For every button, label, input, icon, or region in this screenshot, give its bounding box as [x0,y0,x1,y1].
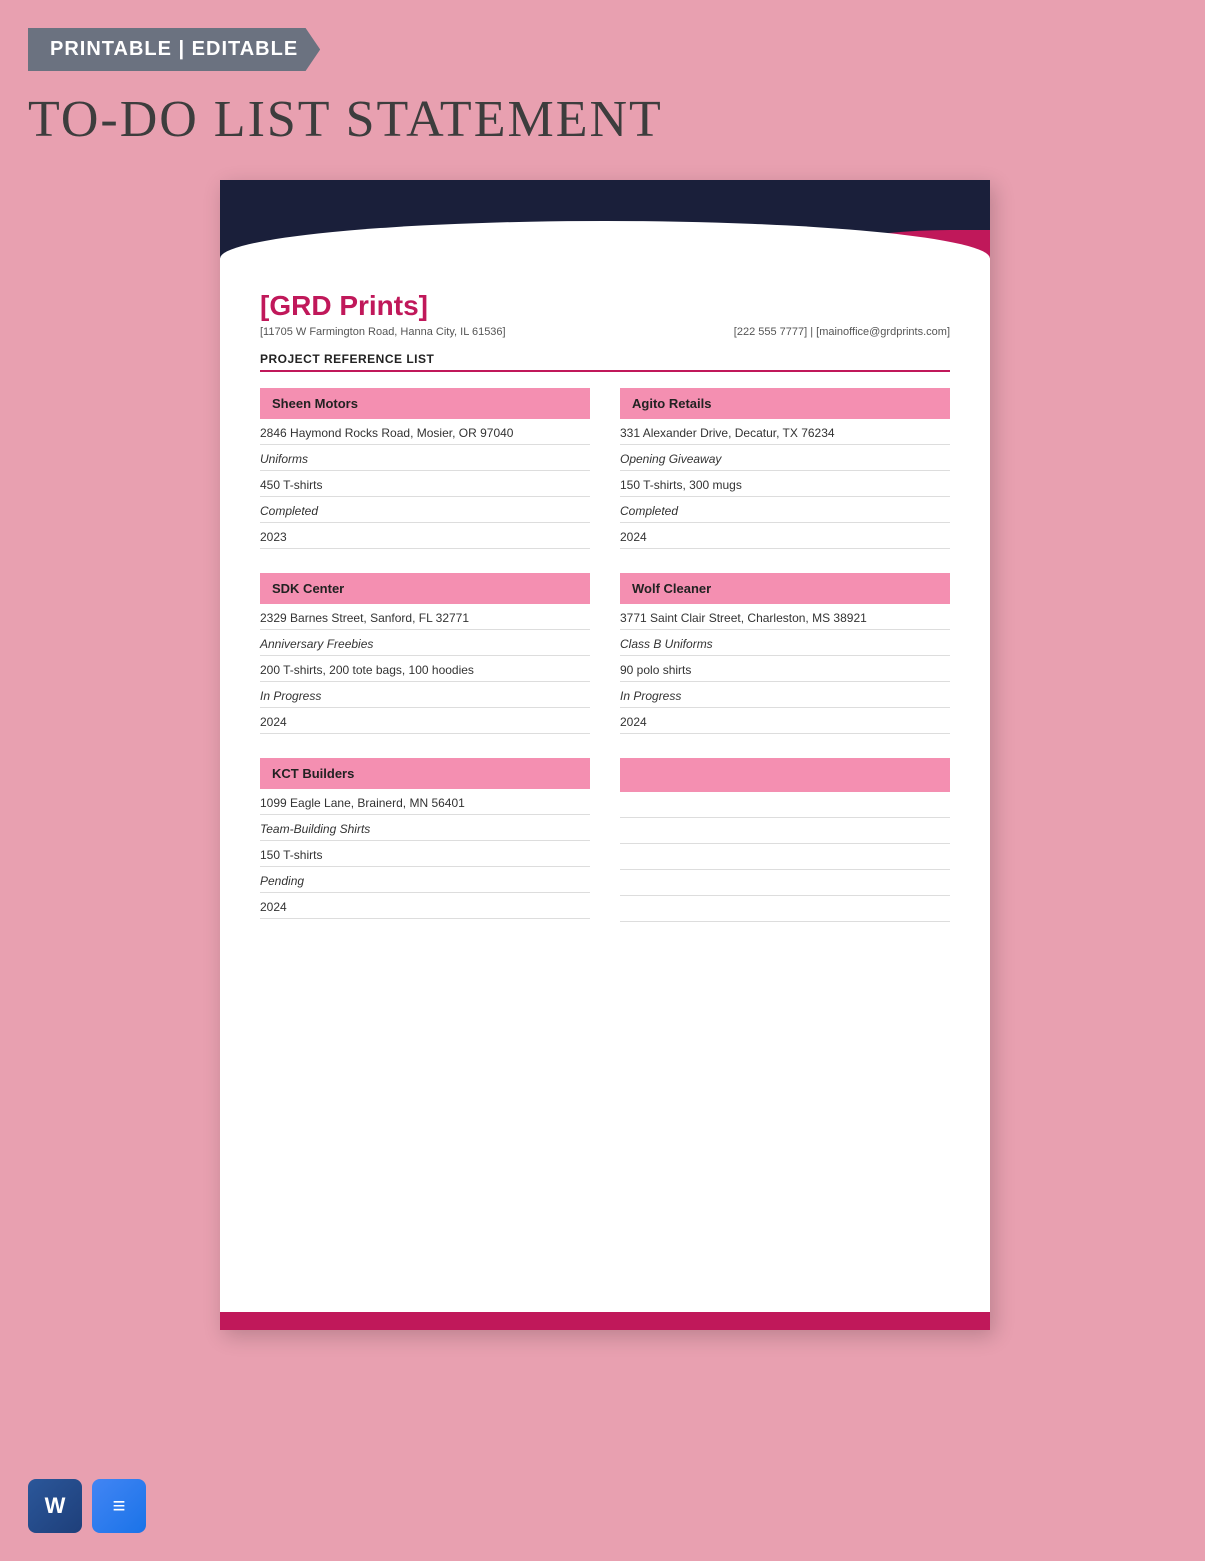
project-card: Wolf Cleaner 3771 Saint Clair Street, Ch… [620,573,950,734]
word-icon[interactable]: W [28,1479,82,1533]
project-items: 150 T-shirts, 300 mugs [620,471,950,497]
project-address: 2329 Barnes Street, Sanford, FL 32771 [260,604,590,630]
project-type: Opening Giveaway [620,445,950,471]
empty-field [620,818,950,844]
project-status: Completed [260,497,590,523]
doc-header-accent [790,230,990,270]
project-name: KCT Builders [260,758,590,789]
project-type: Anniversary Freebies [260,630,590,656]
projects-grid: Sheen Motors 2846 Haymond Rocks Road, Mo… [260,388,950,926]
project-year: 2023 [260,523,590,549]
company-contact: [222 555 7777] | [mainoffice@grdprints.c… [734,326,950,338]
project-year: 2024 [260,708,590,734]
word-icon-label: W [45,1493,66,1519]
project-status: In Progress [260,682,590,708]
project-year: 2024 [620,523,950,549]
empty-field [620,792,950,818]
empty-field [620,844,950,870]
project-items: 200 T-shirts, 200 tote bags, 100 hoodies [260,656,590,682]
project-items: 150 T-shirts [260,841,590,867]
project-address: 331 Alexander Drive, Decatur, TX 76234 [620,419,950,445]
doc-footer [220,1312,990,1330]
printable-editable-banner: PRINTABLE | EDITABLE [28,28,320,71]
docs-icon[interactable]: ≡ [92,1479,146,1533]
project-address: 3771 Saint Clair Street, Charleston, MS … [620,604,950,630]
project-address: 1099 Eagle Lane, Brainerd, MN 56401 [260,789,590,815]
empty-field [620,896,950,922]
company-name: [GRD Prints] [260,290,950,322]
project-name: SDK Center [260,573,590,604]
project-address: 2846 Haymond Rocks Road, Mosier, OR 9704… [260,419,590,445]
project-card: SDK Center 2329 Barnes Street, Sanford, … [260,573,590,734]
project-name: Wolf Cleaner [620,573,950,604]
banner-text: PRINTABLE | EDITABLE [50,38,298,60]
document: [GRD Prints] [11705 W Farmington Road, H… [220,180,990,1330]
project-card: KCT Builders 1099 Eagle Lane, Brainerd, … [260,758,590,922]
project-status: In Progress [620,682,950,708]
empty-card-header [620,758,950,792]
company-address: [11705 W Farmington Road, Hanna City, IL… [260,326,506,338]
section-divider [260,370,950,372]
project-card: Agito Retails 331 Alexander Drive, Decat… [620,388,950,549]
project-name: Sheen Motors [260,388,590,419]
project-card: Sheen Motors 2846 Haymond Rocks Road, Mo… [260,388,590,549]
project-type: Team-Building Shirts [260,815,590,841]
doc-body: [GRD Prints] [11705 W Farmington Road, H… [220,270,990,966]
project-type: Class B Uniforms [620,630,950,656]
project-year: 2024 [260,893,590,919]
project-type: Uniforms [260,445,590,471]
project-items: 450 T-shirts [260,471,590,497]
docs-icon-label: ≡ [113,1493,126,1519]
project-year: 2024 [620,708,950,734]
project-card [620,758,950,922]
project-status: Completed [620,497,950,523]
project-items: 90 polo shirts [620,656,950,682]
project-name: Agito Retails [620,388,950,419]
app-icons: W ≡ [28,1479,146,1533]
doc-header [220,180,990,270]
empty-field [620,870,950,896]
company-details: [11705 W Farmington Road, Hanna City, IL… [260,326,950,338]
section-title: PROJECT REFERENCE LIST [260,352,950,366]
project-status: Pending [260,867,590,893]
page-title: TO-DO LIST STATEMENT [28,90,663,149]
